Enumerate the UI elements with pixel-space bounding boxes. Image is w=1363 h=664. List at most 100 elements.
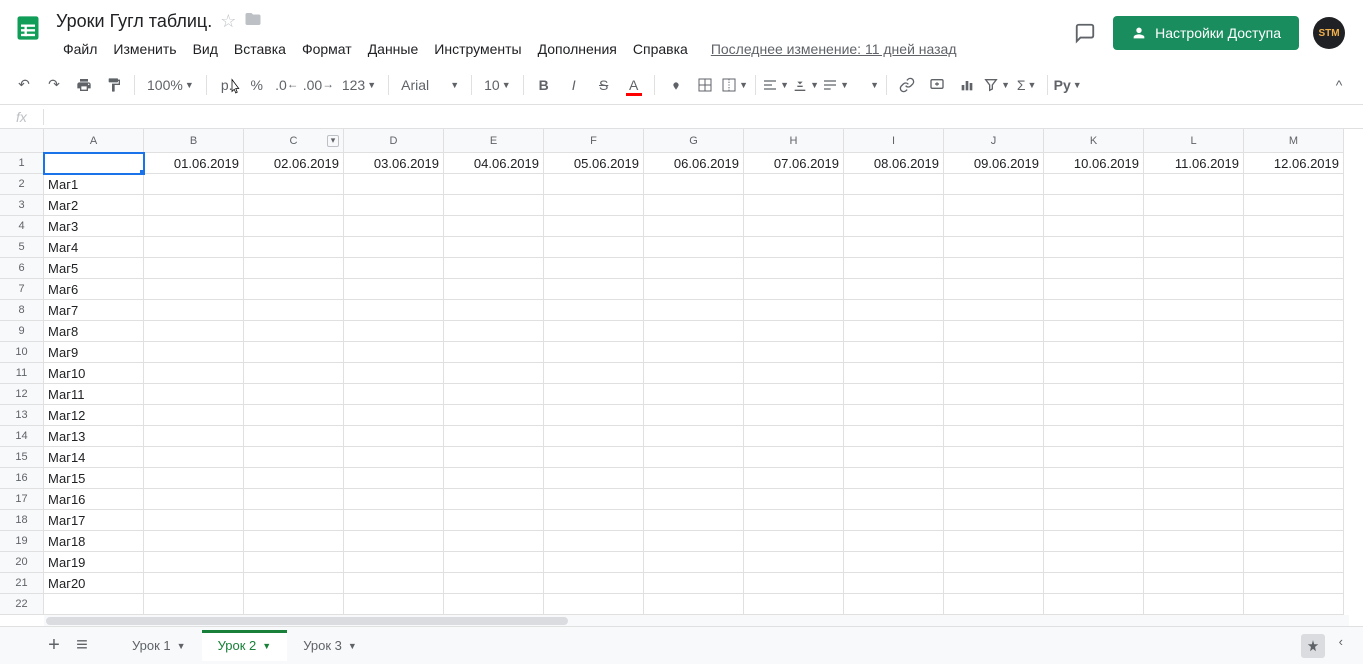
cell-G20[interactable] (644, 552, 744, 573)
cell-G14[interactable] (644, 426, 744, 447)
strike-button[interactable]: S (590, 71, 618, 99)
cell-L11[interactable] (1144, 363, 1244, 384)
cell-J10[interactable] (944, 342, 1044, 363)
comment-button[interactable] (923, 71, 951, 99)
cell-B19[interactable] (144, 531, 244, 552)
cell-J9[interactable] (944, 321, 1044, 342)
cell-A17[interactable]: Маг16 (44, 489, 144, 510)
cell-L22[interactable] (1144, 594, 1244, 615)
cell-H18[interactable] (744, 510, 844, 531)
cell-I10[interactable] (844, 342, 944, 363)
cell-I19[interactable] (844, 531, 944, 552)
cell-F5[interactable] (544, 237, 644, 258)
cell-K9[interactable] (1044, 321, 1144, 342)
cell-F1[interactable]: 05.06.2019 (544, 153, 644, 174)
cell-M22[interactable] (1244, 594, 1344, 615)
cell-F14[interactable] (544, 426, 644, 447)
cell-K16[interactable] (1044, 468, 1144, 489)
cell-A18[interactable]: Маг17 (44, 510, 144, 531)
cell-J21[interactable] (944, 573, 1044, 594)
cell-J19[interactable] (944, 531, 1044, 552)
cell-A14[interactable]: Маг13 (44, 426, 144, 447)
format-currency-button[interactable]: р. (213, 71, 241, 99)
cell-A7[interactable]: Маг6 (44, 279, 144, 300)
cell-L3[interactable] (1144, 195, 1244, 216)
cell-B10[interactable] (144, 342, 244, 363)
menu-insert[interactable]: Вставка (227, 37, 293, 61)
cell-B13[interactable] (144, 405, 244, 426)
cell-J22[interactable] (944, 594, 1044, 615)
cell-G1[interactable]: 06.06.2019 (644, 153, 744, 174)
cell-C16[interactable] (244, 468, 344, 489)
cell-G21[interactable] (644, 573, 744, 594)
cell-G22[interactable] (644, 594, 744, 615)
cell-K18[interactable] (1044, 510, 1144, 531)
cell-B15[interactable] (144, 447, 244, 468)
cell-G9[interactable] (644, 321, 744, 342)
fill-color-button[interactable] (661, 71, 689, 99)
cell-D20[interactable] (344, 552, 444, 573)
all-sheets-button[interactable]: ≡ (68, 632, 96, 660)
column-header-A[interactable]: A (44, 129, 144, 153)
cell-I8[interactable] (844, 300, 944, 321)
cell-D4[interactable] (344, 216, 444, 237)
cell-M18[interactable] (1244, 510, 1344, 531)
input-tools-button[interactable]: Ру▼ (1054, 71, 1082, 99)
cell-E12[interactable] (444, 384, 544, 405)
cell-F18[interactable] (544, 510, 644, 531)
cell-H4[interactable] (744, 216, 844, 237)
cell-A9[interactable]: Маг8 (44, 321, 144, 342)
cell-K13[interactable] (1044, 405, 1144, 426)
cell-D8[interactable] (344, 300, 444, 321)
cell-G17[interactable] (644, 489, 744, 510)
cell-A12[interactable]: Маг11 (44, 384, 144, 405)
row-header-14[interactable]: 14 (0, 426, 44, 447)
cell-B9[interactable] (144, 321, 244, 342)
column-header-L[interactable]: L (1144, 129, 1244, 153)
cell-A20[interactable]: Маг19 (44, 552, 144, 573)
cell-F16[interactable] (544, 468, 644, 489)
row-header-21[interactable]: 21 (0, 573, 44, 594)
cell-D11[interactable] (344, 363, 444, 384)
wrap-button[interactable]: ▼ (822, 71, 850, 99)
cell-I18[interactable] (844, 510, 944, 531)
cell-D1[interactable]: 03.06.2019 (344, 153, 444, 174)
row-header-15[interactable]: 15 (0, 447, 44, 468)
cell-J7[interactable] (944, 279, 1044, 300)
column-header-D[interactable]: D (344, 129, 444, 153)
cell-B11[interactable] (144, 363, 244, 384)
cell-H22[interactable] (744, 594, 844, 615)
cell-B1[interactable]: 01.06.2019 (144, 153, 244, 174)
row-header-19[interactable]: 19 (0, 531, 44, 552)
column-header-K[interactable]: K (1044, 129, 1144, 153)
cell-L16[interactable] (1144, 468, 1244, 489)
cell-I5[interactable] (844, 237, 944, 258)
cell-F13[interactable] (544, 405, 644, 426)
cell-D5[interactable] (344, 237, 444, 258)
cell-M9[interactable] (1244, 321, 1344, 342)
row-header-4[interactable]: 4 (0, 216, 44, 237)
cell-M8[interactable] (1244, 300, 1344, 321)
row-header-12[interactable]: 12 (0, 384, 44, 405)
cell-C13[interactable] (244, 405, 344, 426)
cell-M7[interactable] (1244, 279, 1344, 300)
cell-A8[interactable]: Маг7 (44, 300, 144, 321)
zoom-select[interactable]: 100%▼ (141, 71, 200, 99)
menu-file[interactable]: Файл (56, 37, 104, 61)
cell-E7[interactable] (444, 279, 544, 300)
cell-J1[interactable]: 09.06.2019 (944, 153, 1044, 174)
menu-format[interactable]: Формат (295, 37, 359, 61)
cell-M2[interactable] (1244, 174, 1344, 195)
cell-F8[interactable] (544, 300, 644, 321)
cell-A1[interactable] (44, 153, 144, 174)
cell-L1[interactable]: 11.06.2019 (1144, 153, 1244, 174)
cell-M20[interactable] (1244, 552, 1344, 573)
cell-J2[interactable] (944, 174, 1044, 195)
cell-E5[interactable] (444, 237, 544, 258)
cell-E9[interactable] (444, 321, 544, 342)
column-header-I[interactable]: I (844, 129, 944, 153)
sheet-tab-Урок-3[interactable]: Урок 3▼ (287, 630, 373, 661)
halign-button[interactable]: ▼ (762, 71, 790, 99)
cell-K11[interactable] (1044, 363, 1144, 384)
cell-G19[interactable] (644, 531, 744, 552)
